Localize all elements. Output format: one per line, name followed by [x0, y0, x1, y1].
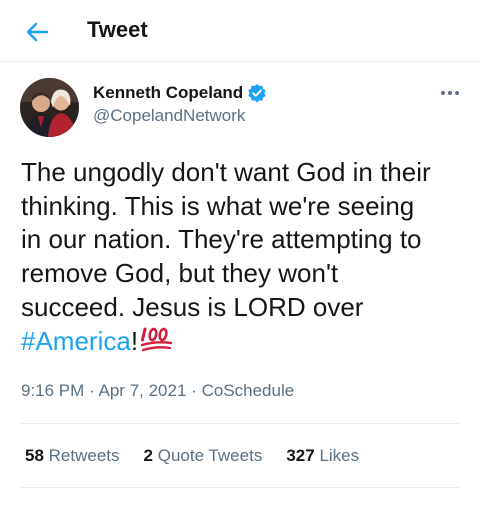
author-name[interactable]: Kenneth Copeland — [93, 83, 243, 103]
tweet-date[interactable]: Apr 7, 2021 — [99, 381, 187, 400]
page-title: Tweet — [87, 17, 148, 42]
tweet-text-punctuation: ! — [130, 325, 139, 356]
tweet-text-last-line: #America! — [21, 325, 466, 362]
tweet-text: The ungodly don't want God in their thin… — [21, 156, 466, 361]
author-photo-icon — [20, 78, 79, 137]
author-row: Kenneth Copeland — [93, 82, 267, 104]
author-handle[interactable]: @CopelandNetwork — [93, 106, 245, 126]
meta-separator: · — [89, 381, 95, 400]
divider — [20, 423, 460, 424]
tweet-text-line: in our nation. They're attempting to — [21, 224, 422, 255]
quote-tweets-label: Quote Tweets — [157, 446, 263, 465]
more-dots-icon — [441, 91, 445, 95]
back-button[interactable] — [22, 18, 52, 46]
retweets-stat[interactable]: 58 Retweets — [25, 446, 120, 466]
hundred-points-emoji-icon — [140, 325, 174, 362]
arrow-left-icon — [26, 22, 49, 42]
divider — [20, 487, 460, 488]
tweet-text-line: succeed. Jesus is LORD over — [21, 291, 364, 322]
tweet-text-line: The ungodly don't want God in their — [21, 157, 431, 187]
verified-badge-icon — [247, 83, 267, 103]
tweet-timestamp: 9:16 PM · Apr 7, 2021 · CoSchedule — [21, 381, 294, 401]
tweet-text-line: thinking. This is what we're seeing — [21, 190, 415, 221]
hashtag-link[interactable]: #America — [21, 326, 131, 356]
avatar[interactable] — [20, 78, 79, 137]
retweets-count: 58 — [25, 446, 44, 465]
quote-tweets-count: 2 — [143, 446, 153, 465]
tweet-text-line: remove God, but they won't — [21, 258, 339, 289]
tweet-time[interactable]: 9:16 PM — [21, 381, 84, 400]
likes-count: 327 — [286, 446, 315, 465]
more-options-button[interactable] — [436, 84, 464, 102]
tweet-stats: 58 Retweets 2 Quote Tweets 327 Likes — [25, 446, 383, 466]
retweets-label: Retweets — [48, 446, 120, 465]
likes-stat[interactable]: 327 Likes — [286, 446, 359, 466]
meta-separator: · — [191, 381, 197, 400]
likes-label: Likes — [319, 446, 360, 465]
tweet-source[interactable]: CoSchedule — [202, 381, 295, 400]
top-bar: Tweet — [0, 0, 480, 62]
quote-tweets-stat[interactable]: 2 Quote Tweets — [144, 446, 263, 466]
